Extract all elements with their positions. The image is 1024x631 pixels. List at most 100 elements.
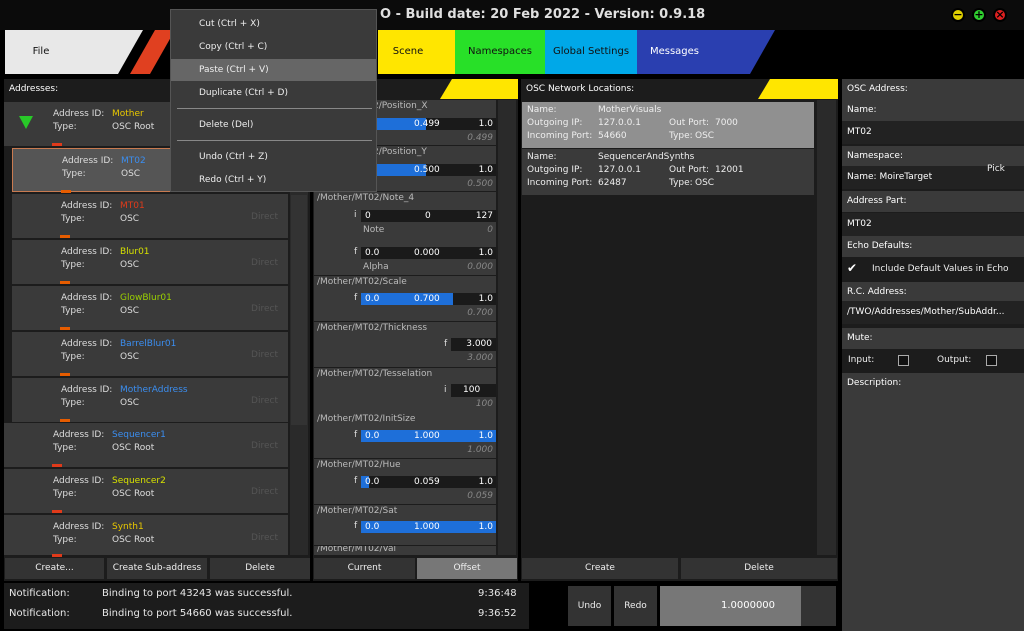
address-id-value: Synth1: [112, 522, 144, 532]
param-slider[interactable]: 0 0 127: [361, 210, 496, 222]
create-sub-address-button[interactable]: Create Sub-address: [107, 558, 207, 579]
tab-scene[interactable]: Scene: [378, 30, 438, 74]
type-value: OSC: [695, 178, 715, 188]
editor-header-accent: [440, 79, 518, 99]
param-number-field[interactable]: 100: [451, 384, 496, 397]
activity-bars: [52, 139, 74, 146]
param-note-4: /Mother/MT02/Note_4 i 0 0 127 Note 0 f 0…: [314, 192, 496, 275]
param-type-prefix: i: [354, 210, 357, 220]
menu-item-paste[interactable]: Paste (Ctrl + V): [171, 59, 376, 81]
field-value: 100: [463, 385, 481, 395]
notification-label: Notification:: [9, 608, 70, 619]
field-value: 3.000: [466, 339, 492, 349]
mute-output-checkbox[interactable]: [986, 355, 997, 366]
addresses-scroll-thumb[interactable]: [291, 195, 307, 425]
maximize-icon[interactable]: +: [972, 8, 986, 22]
slider-value: 0.700: [414, 294, 440, 304]
slider-value: 0.500: [414, 165, 440, 175]
address-type-value: OSC: [121, 169, 141, 179]
param-slider[interactable]: 0 0.500 1.0: [369, 164, 496, 176]
address-item-synth1[interactable]: Address ID: Type: Synth1 OSC Root Direct: [4, 515, 288, 557]
network-item-sequencerandsynths[interactable]: Name: SequencerAndSynths Outgoing IP: 12…: [522, 149, 814, 195]
name-label: Name:: [527, 152, 557, 162]
param-slider[interactable]: 0.0 0.000 1.0: [361, 247, 496, 259]
param-slider[interactable]: 0.0 0.700 1.0: [361, 293, 496, 305]
tab-messages[interactable]: Messages: [637, 30, 712, 74]
description-label: Description:: [842, 373, 1024, 394]
param-number-field[interactable]: 3.000: [451, 338, 496, 351]
name-field[interactable]: MT02: [842, 121, 1024, 144]
param-type-prefix: f: [354, 430, 358, 440]
editor-scrollbar[interactable]: [498, 100, 516, 555]
offset-button[interactable]: Offset: [417, 558, 517, 579]
menu-item-duplicate[interactable]: Duplicate (Ctrl + D): [171, 82, 376, 104]
close-icon[interactable]: ×: [993, 8, 1007, 22]
mute-input-checkbox[interactable]: [898, 355, 909, 366]
create-network-button[interactable]: Create: [522, 558, 678, 579]
pick-button[interactable]: Pick: [987, 164, 1005, 174]
address-item-blur01[interactable]: Address ID: Type: Blur01 OSC Direct: [12, 240, 288, 294]
address-item-barrelblur01[interactable]: Address ID: Type: BarrelBlur01 OSC Direc…: [12, 332, 288, 386]
type-label: Type:: [669, 178, 693, 188]
address-id-label: Address ID:: [61, 293, 113, 303]
param-path: /Mother/MT02/Sat: [317, 506, 398, 516]
param-path: /Mother/MT02/InitSize: [317, 414, 416, 424]
undo-button[interactable]: Undo: [568, 586, 611, 626]
slider-max: 1.0: [478, 119, 493, 129]
slider-min: 0.0: [365, 431, 380, 441]
tab-file[interactable]: File: [5, 30, 77, 74]
slider-min: 0.0: [365, 522, 380, 532]
activity-bars: [52, 506, 74, 513]
delete-network-button[interactable]: Delete: [681, 558, 837, 579]
incoming-port-value: 54660: [598, 131, 627, 141]
create-address-button[interactable]: Create...: [5, 558, 104, 579]
direct-label: Direct: [251, 350, 278, 360]
address-item-motheraddress[interactable]: Address ID: Type: MotherAddress OSC Dire…: [12, 378, 288, 432]
tab-global-settings[interactable]: Global Settings: [545, 30, 637, 74]
menu-item-undo[interactable]: Undo (Ctrl + Z): [171, 146, 376, 168]
rc-address-value[interactable]: /TWO/Addresses/Mother/SubAddr...: [842, 301, 1024, 324]
type-label: Type:: [53, 443, 77, 453]
address-item-glowblur01[interactable]: Address ID: Type: GlowBlur01 OSC Direct: [12, 286, 288, 340]
param-slider[interactable]: 0.0 0.059 1.0: [361, 476, 496, 488]
address-item-sequencer1[interactable]: Address ID: Type: Sequencer1 OSC Root Di…: [4, 423, 288, 467]
param-type-prefix: f: [354, 247, 358, 257]
menu-item-redo[interactable]: Redo (Ctrl + Y): [171, 169, 376, 191]
incoming-port-label: Incoming Port:: [527, 178, 593, 188]
address-id-label: Address ID:: [53, 109, 105, 119]
delete-address-button[interactable]: Delete: [210, 558, 310, 579]
address-id-value: Blur01: [120, 247, 150, 257]
type-label: Type:: [61, 352, 85, 362]
address-item-mt01[interactable]: Address ID: Type: MT01 OSC Direct: [12, 194, 288, 248]
address-id-value: MotherAddress: [120, 385, 188, 395]
address-id-label: Address ID:: [53, 522, 105, 532]
slider-value: 0: [425, 211, 431, 221]
menu-item-copy[interactable]: Copy (Ctrl + C): [171, 36, 376, 58]
param-slider[interactable]: 0.0 1.000 1.0: [361, 430, 496, 442]
echo-checkbox[interactable]: ✔: [847, 262, 859, 274]
value-slider[interactable]: 1.0000000: [660, 586, 836, 626]
redo-button[interactable]: Redo: [614, 586, 657, 626]
network-item-mothervisuals[interactable]: Name: MotherVisuals Outgoing IP: 127.0.0…: [522, 102, 814, 148]
slider-min: 0.0: [365, 248, 380, 258]
param-slider[interactable]: 0.0 1.000 1.0: [361, 521, 496, 533]
network-scrollbar[interactable]: [817, 100, 836, 555]
address-id-value: BarrelBlur01: [120, 339, 177, 349]
description-field[interactable]: [842, 394, 1024, 631]
param-type-prefix: f: [354, 521, 358, 531]
tab-namespaces[interactable]: Namespaces: [455, 30, 545, 74]
param-current-value: 0.500: [467, 179, 493, 189]
expand-triangle-icon[interactable]: [19, 116, 33, 129]
param-slider[interactable]: 0 0.499 1.0: [369, 118, 496, 130]
address-part-field[interactable]: MT02: [842, 213, 1024, 236]
address-item-sequencer2[interactable]: Address ID: Type: Sequencer2 OSC Root Di…: [4, 469, 288, 513]
menu-item-delete[interactable]: Delete (Del): [171, 114, 376, 136]
type-label: Type:: [61, 398, 85, 408]
current-button[interactable]: Current: [314, 558, 415, 579]
menu-item-cut[interactable]: Cut (Ctrl + X): [171, 13, 376, 35]
param-type-prefix: f: [354, 293, 358, 303]
address-type-value: OSC Root: [112, 122, 155, 132]
minimize-icon[interactable]: −: [951, 8, 965, 22]
param-type-prefix: i: [444, 385, 447, 395]
address-part-label: Address Part:: [842, 191, 1024, 212]
